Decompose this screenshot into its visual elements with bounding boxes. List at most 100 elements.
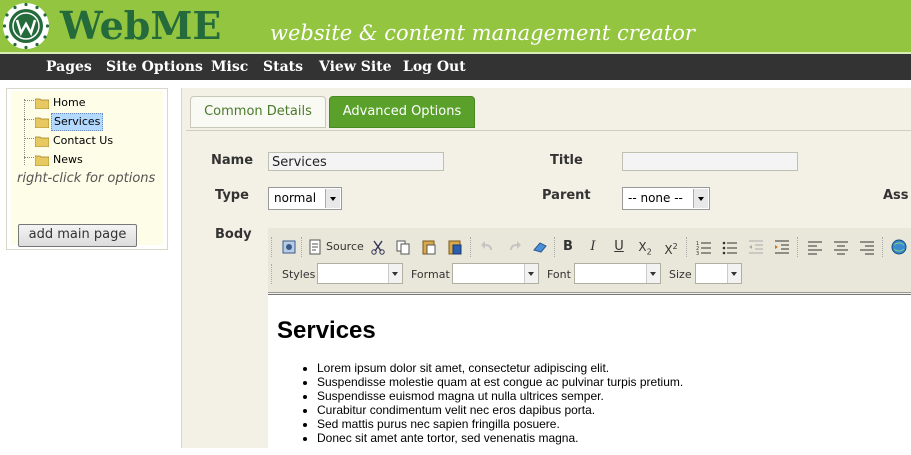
subscript-icon[interactable]: X2 [636, 238, 654, 256]
chevron-down-icon [325, 189, 340, 208]
tree-label-services: Services [51, 113, 104, 131]
underline-icon[interactable]: U [610, 238, 628, 256]
align-right-icon[interactable] [858, 238, 876, 256]
content-list: Lorem ipsum dolor sit amet, consectetur … [297, 361, 683, 445]
list-item: Suspendisse euismod magna ut nulla ultri… [317, 389, 683, 403]
name-label: Name [211, 153, 254, 168]
parent-select-value: -- none -- [628, 191, 683, 205]
list-item: Curabitur condimentum velit nec eros dap… [317, 403, 683, 417]
tabs-bar: Common Details Advanced Options [186, 92, 911, 131]
numbered-list-icon[interactable]: 123 [695, 238, 713, 256]
chevron-down-icon [727, 264, 741, 283]
type-label: Type [215, 188, 249, 203]
tree-connector [24, 119, 34, 120]
format-combo[interactable] [452, 263, 539, 284]
tree-label-news: News [53, 153, 83, 166]
chevron-down-icon [646, 264, 660, 283]
nav-view-site[interactable]: View Site [319, 54, 392, 80]
header-tagline: website & content management creator [270, 21, 695, 45]
title-label: Title [550, 153, 583, 168]
toolbar-separator [686, 237, 688, 257]
add-main-page-button[interactable]: add main page [18, 224, 137, 247]
list-item: Donec sit amet ante tortor, sed venenati… [317, 431, 683, 445]
toolbar-separator [554, 237, 556, 257]
tree-label-contact-us: Contact Us [53, 134, 114, 147]
tree-connector [24, 100, 34, 101]
toolbar-separator [271, 237, 273, 257]
page-tree-panel: Home Services Contact Us News right-clic… [6, 88, 168, 250]
tree-connector [24, 138, 34, 139]
cut-icon[interactable] [369, 238, 387, 256]
top-nav: Pages Site Options Misc Stats View Site … [0, 54, 911, 80]
chevron-down-icon [524, 264, 538, 283]
size-label: Size [669, 268, 692, 281]
type-select[interactable]: normal [268, 187, 342, 210]
list-item: Lorem ipsum dolor sit amet, consectetur … [317, 361, 683, 375]
font-combo[interactable] [574, 263, 661, 284]
link-globe-icon[interactable] [890, 238, 908, 256]
outdent-icon[interactable] [747, 238, 765, 256]
italic-icon[interactable]: I [584, 238, 602, 256]
nav-misc[interactable]: Misc [211, 54, 248, 80]
svg-text:3: 3 [696, 251, 699, 256]
indent-icon[interactable] [773, 238, 791, 256]
nav-stats[interactable]: Stats [263, 54, 303, 80]
nav-pages[interactable]: Pages [46, 54, 92, 80]
format-label: Format [411, 268, 450, 281]
nav-site-options[interactable]: Site Options [106, 54, 203, 80]
tree-connector [24, 99, 26, 165]
toolbar-separator [797, 237, 799, 257]
align-center-icon[interactable] [832, 238, 850, 256]
bold-icon[interactable]: B [559, 238, 577, 256]
toolbar-separator [301, 237, 303, 257]
chevron-down-icon [693, 189, 708, 208]
name-field[interactable]: Services [268, 152, 444, 171]
tree-connector [24, 157, 34, 158]
editor-toolbar: Source B I U X2 X2 123 Styles Format Fon… [268, 228, 911, 293]
redo-icon[interactable] [505, 238, 523, 256]
styles-label: Styles [282, 268, 316, 281]
logo-text: WebME [60, 3, 222, 48]
paste-word-icon[interactable] [446, 238, 464, 256]
rich-text-editor: Source B I U X2 X2 123 Styles Format Fon… [268, 228, 911, 455]
page-tree: Home Services Contact Us News right-clic… [11, 91, 163, 247]
content-heading: Services [277, 317, 376, 344]
eraser-icon[interactable] [531, 238, 549, 256]
webme-logo-icon [2, 2, 50, 50]
list-item: Sed mattis purus nec sapien fringilla po… [317, 417, 683, 431]
font-label: Font [547, 268, 571, 281]
body-label: Body [215, 227, 252, 242]
maximize-icon[interactable] [280, 238, 298, 256]
paste-icon[interactable] [420, 238, 438, 256]
folder-icon [35, 136, 49, 147]
chevron-down-icon [388, 264, 402, 283]
associated-label: Ass [883, 188, 909, 203]
list-item: Suspendisse molestie quam at est congue … [317, 375, 683, 389]
app-header: WebME website & content management creat… [0, 0, 911, 54]
source-icon[interactable] [306, 238, 324, 256]
nav-log-out[interactable]: Log Out [403, 54, 466, 80]
title-field[interactable] [622, 152, 798, 171]
folder-icon [35, 117, 49, 128]
styles-combo[interactable] [317, 263, 403, 284]
parent-select[interactable]: -- none -- [622, 187, 710, 210]
editor-content-area[interactable]: Services Lorem ipsum dolor sit amet, con… [268, 294, 911, 455]
folder-icon [35, 98, 49, 109]
toolbar-separator [470, 237, 472, 257]
source-button[interactable]: Source [326, 240, 364, 253]
type-select-value: normal [274, 191, 317, 205]
folder-icon [35, 155, 49, 166]
size-combo[interactable] [695, 263, 742, 284]
right-click-hint: right-click for options [17, 171, 156, 186]
undo-icon[interactable] [479, 238, 497, 256]
tab-advanced-options[interactable]: Advanced Options [329, 96, 475, 128]
copy-icon[interactable] [394, 238, 412, 256]
toolbar-separator [882, 237, 884, 257]
toolbar-separator [271, 264, 273, 284]
tree-label-home: Home [53, 96, 86, 109]
superscript-icon[interactable]: X2 [662, 238, 680, 257]
tab-common-details[interactable]: Common Details [190, 96, 326, 128]
bulleted-list-icon[interactable] [721, 238, 739, 256]
parent-label: Parent [542, 188, 591, 203]
align-left-icon[interactable] [806, 238, 824, 256]
